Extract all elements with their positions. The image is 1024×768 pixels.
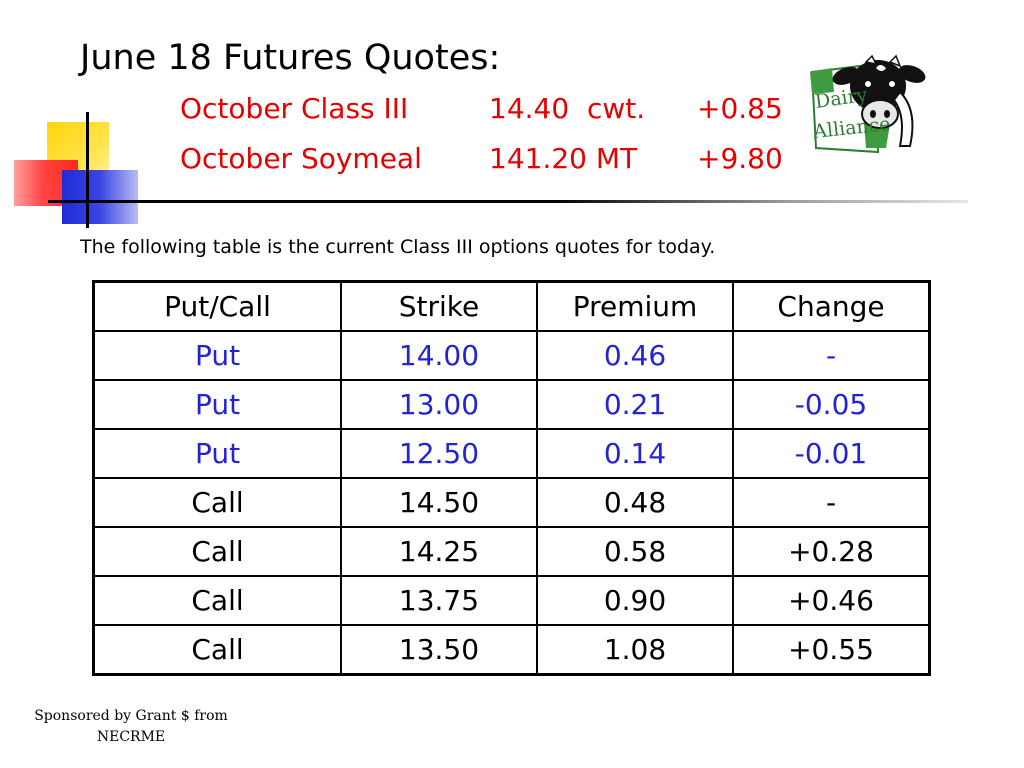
cell-put-call: Call [92,526,342,577]
header-strike: Strike [340,280,538,332]
table-row: Call 14.50 0.48 - [92,477,931,528]
table-intro-text: The following table is the current Class… [80,236,716,258]
title-divider [48,200,968,203]
table-row: Call 14.25 0.58 +0.28 [92,526,931,577]
quote-value: 141.20 MT [489,142,638,175]
sponsor-line-2: NECRME [96,729,166,745]
cell-strike: 13.50 [340,624,538,676]
table-row: Put 13.00 0.21 -0.05 [92,379,931,430]
cell-put-call: Put [92,379,342,430]
cell-put-call: Put [92,330,342,381]
slide-title: June 18 Futures Quotes: [80,38,501,78]
cell-put-call: Put [92,428,342,479]
cell-change: +0.55 [732,624,931,676]
quote-name: October Soymeal [180,142,422,175]
header-premium: Premium [536,280,734,332]
table-row: Call 13.75 0.90 +0.46 [92,575,931,626]
cell-put-call: Call [92,477,342,528]
cell-premium: 0.21 [536,379,734,430]
table-row: Put 12.50 0.14 -0.01 [92,428,931,479]
cell-premium: 1.08 [536,624,734,676]
cell-change: - [732,477,931,528]
blue-square [62,170,138,224]
decorative-squares [0,0,140,230]
header-change: Change [732,280,931,332]
cell-put-call: Call [92,575,342,626]
cell-change: -0.01 [732,428,931,479]
cell-premium: 0.90 [536,575,734,626]
cell-change: - [732,330,931,381]
header-put-call: Put/Call [92,280,342,332]
quote-change: +0.85 [697,92,783,125]
table-row: Call 13.50 1.08 +0.55 [92,624,931,676]
cell-strike: 13.00 [340,379,538,430]
cell-strike: 13.75 [340,575,538,626]
cell-strike: 14.50 [340,477,538,528]
quote-value: 14.40 cwt. [489,92,646,125]
cell-premium: 0.58 [536,526,734,577]
sponsor-footer: Sponsored by Grant $ from NECRME [20,706,242,748]
cell-change: +0.46 [732,575,931,626]
sponsor-line-1: Sponsored by Grant $ from [34,708,228,724]
cell-strike: 14.25 [340,526,538,577]
dairy-alliance-logo: Dairy Alliance [810,54,926,154]
cell-change: +0.28 [732,526,931,577]
options-quotes-table: Put/Call Strike Premium Change Put 14.00… [92,280,931,676]
vertical-rule [86,112,89,228]
cell-change: -0.05 [732,379,931,430]
cell-strike: 12.50 [340,428,538,479]
cell-premium: 0.14 [536,428,734,479]
cell-premium: 0.46 [536,330,734,381]
table-row: Put 14.00 0.46 - [92,330,931,381]
quote-change: +9.80 [697,142,783,175]
cell-put-call: Call [92,624,342,676]
quote-name: October Class III [180,92,409,125]
cell-strike: 14.00 [340,330,538,381]
table-header-row: Put/Call Strike Premium Change [92,280,931,332]
cell-premium: 0.48 [536,477,734,528]
